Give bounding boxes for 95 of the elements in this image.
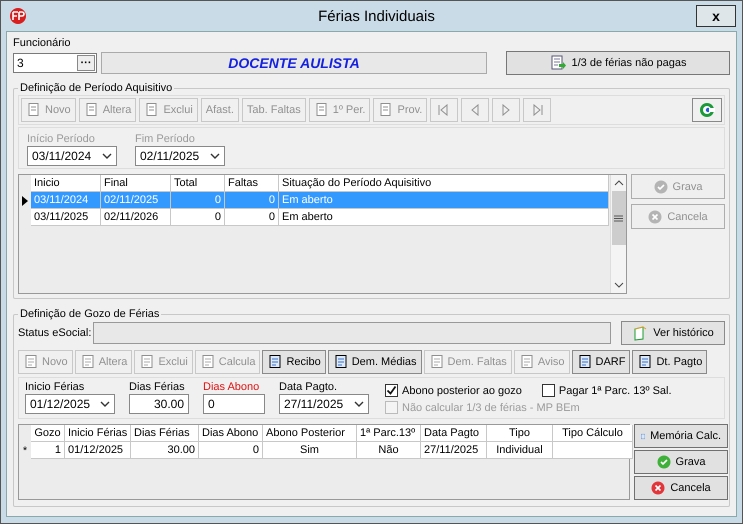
column-header: Gozo <box>31 425 65 442</box>
column-header: 1ª Parc.13º <box>357 425 421 442</box>
row-marker: * <box>22 444 28 458</box>
refresh-button[interactable] <box>692 98 722 122</box>
table-cell: 03/11/2025 <box>31 209 101 226</box>
employee-name-field: DOCENTE AULISTA <box>101 52 487 74</box>
field-label: Inicio Férias <box>25 380 86 394</box>
column-header: Tipo Cálculo <box>553 425 633 442</box>
chevron-down-icon <box>354 401 364 407</box>
table-cell: Não <box>357 442 421 459</box>
checkbox[interactable]: Pagar 1ª Parc. 13º Sal. <box>542 382 672 399</box>
field-label: Fim Período <box>135 132 196 146</box>
chevron-down-icon <box>100 401 110 407</box>
table-cell: 0 <box>225 209 279 226</box>
save-button[interactable]: Grava <box>634 450 728 474</box>
column-header: Data Pagto <box>421 425 487 442</box>
column-header: Dias Abono <box>199 425 263 442</box>
field-label: Dias Férias <box>129 380 186 394</box>
column-header: Inicio Férias <box>65 425 131 442</box>
app-logo-icon <box>9 7 27 25</box>
cancel-button[interactable]: Cancela <box>634 476 728 500</box>
field-label: Início Período <box>27 132 96 146</box>
table-cell: 03/11/2024 <box>31 192 101 209</box>
cancel-icon <box>651 481 666 495</box>
checkmark-icon <box>386 385 397 396</box>
calculation-memory-button[interactable]: Memória Calc. <box>634 424 728 448</box>
document-icon <box>139 354 156 370</box>
check-icon <box>656 455 671 469</box>
date-dropdown[interactable]: 27/11/2025 <box>279 394 369 414</box>
column-header: Abono Posterior <box>263 425 357 442</box>
scroll-up-icon[interactable] <box>614 179 624 187</box>
column-header: Final <box>101 175 171 192</box>
panel-title: Definição de Gozo de Férias <box>19 307 160 321</box>
status-label: Status eSocial: <box>18 327 92 339</box>
check-icon <box>654 180 668 194</box>
scroll-thumb[interactable] <box>612 191 626 245</box>
table-cell: 27/11/2025 <box>421 442 487 459</box>
table-cell: 30.00 <box>131 442 199 459</box>
employee-code: 3 <box>17 56 24 70</box>
scroll-down-icon[interactable] <box>614 281 624 289</box>
document-icon <box>80 354 96 370</box>
table-cell: Em aberto <box>279 192 609 209</box>
window-title: Férias Individuais <box>318 8 435 24</box>
input-field[interactable]: 30.00 <box>129 394 189 414</box>
column-header: Situação do Período Aquisitivo <box>279 175 609 192</box>
document-icon <box>332 354 349 370</box>
input-field[interactable]: 0 <box>203 394 265 414</box>
document-icon <box>428 354 445 370</box>
checkbox[interactable]: Abono posterior ao gozo <box>385 382 522 399</box>
chevron-down-icon <box>210 153 220 159</box>
table-cell: 0 <box>199 442 263 459</box>
grip-icon <box>614 214 623 222</box>
field-label: Data Pagto. <box>279 380 338 394</box>
toolbar-button[interactable]: Dt. Pagto <box>632 350 708 374</box>
document-icon <box>200 354 216 370</box>
chevron-down-icon <box>102 153 112 159</box>
table-cell: 01/12/2025 <box>65 442 131 459</box>
table-cell: 02/11/2025 <box>101 192 171 209</box>
column-header: Total <box>171 175 225 192</box>
date-dropdown[interactable]: 01/12/2025 <box>25 394 115 414</box>
document-icon <box>23 354 39 370</box>
book-icon <box>632 325 648 341</box>
close-button[interactable]: x <box>696 5 736 27</box>
toolbar-button[interactable]: Recibo <box>262 350 326 374</box>
column-header: Inicio <box>31 175 101 192</box>
employee-code-field[interactable]: 3 ··· <box>13 53 97 73</box>
toolbar-button[interactable]: Dem. Médias <box>328 350 422 374</box>
field-label: Dias Abono <box>203 380 260 394</box>
column-header: Dias Férias <box>131 425 199 442</box>
table-row[interactable]: 03/11/2025 02/11/2026 0 0 Em aberto <box>19 209 610 226</box>
unpaid-vacation-button[interactable]: 1/3 de férias não pagas <box>506 51 730 75</box>
table-row[interactable]: * 1 01/12/2025 30.00 0 Sim Não 27/11/2025 Individual <box>19 442 633 459</box>
history-button[interactable]: Ver histórico <box>621 321 725 345</box>
column-header: Faltas <box>225 175 279 192</box>
table-cell: 02/11/2026 <box>101 209 171 226</box>
toolbar-button[interactable]: DARF <box>572 350 630 374</box>
panel-title: Definição de Período Aquisitivo <box>19 81 174 95</box>
table-cell: 0 <box>171 192 225 209</box>
document-icon <box>267 354 284 370</box>
scrollbar[interactable] <box>610 175 626 293</box>
document-icon <box>576 354 593 370</box>
table-cell: 0 <box>171 209 225 226</box>
document-icon <box>518 354 535 370</box>
table-cell: Em aberto <box>279 209 609 226</box>
cancel-icon <box>648 210 662 224</box>
employee-label: Funcionário <box>13 36 72 50</box>
document-icon <box>637 354 654 370</box>
table-cell: Sim <box>263 442 357 459</box>
row-pointer-icon <box>22 196 28 206</box>
table-cell: Individual <box>487 442 553 459</box>
column-header: Tipo <box>487 425 553 442</box>
document-arrow-icon <box>550 55 566 71</box>
browse-button[interactable]: ··· <box>77 55 95 71</box>
table-cell: 0 <box>225 192 279 209</box>
table-cell: 1 <box>31 442 65 459</box>
